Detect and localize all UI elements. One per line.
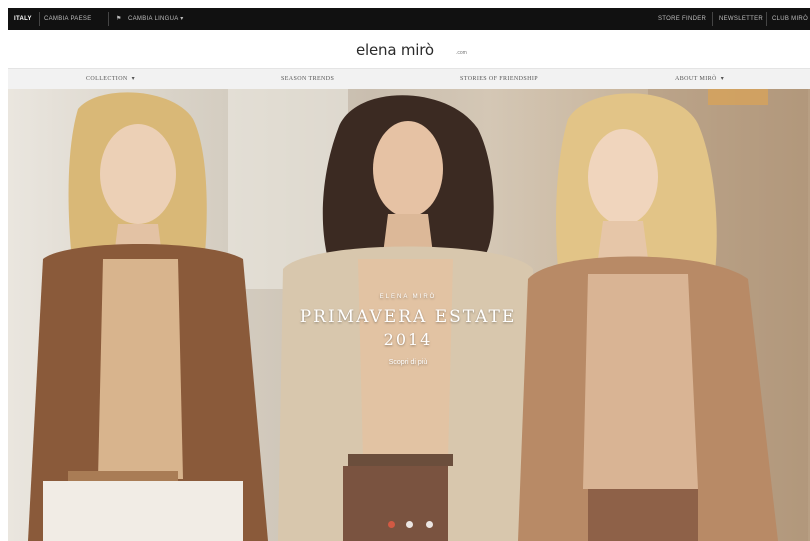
slider-pagination xyxy=(388,521,448,529)
nav-item-about-miro[interactable]: ABOUT MIRÒ ▾ xyxy=(675,69,724,89)
nav-item-stories-of-friendship[interactable]: STORIES OF FRIENDSHIP xyxy=(460,69,538,89)
hero-caption: ELENA MIRÒ PRIMAVERA ESTATE 2014 Scopri … xyxy=(278,294,538,366)
brand-logo[interactable]: elena mirò xyxy=(356,41,434,59)
hero-brand: ELENA MIRÒ xyxy=(379,294,437,300)
divider xyxy=(39,12,40,26)
flag-icon: ⚑ xyxy=(116,16,122,22)
slide-dot-3[interactable] xyxy=(426,521,433,528)
change-language-dropdown[interactable]: CAMBIA LINGUA ▾ xyxy=(128,8,184,30)
nav-item-label: ABOUT MIRÒ xyxy=(675,76,717,82)
site-header: elena mirò .com xyxy=(8,30,810,68)
hero-title: PRIMAVERA ESTATE xyxy=(299,307,517,327)
change-language-label: CAMBIA LINGUA xyxy=(128,16,179,22)
nav-item-label: STORIES OF FRIENDSHIP xyxy=(460,76,538,82)
slide-dot-2[interactable] xyxy=(406,521,413,528)
nav-item-label: SEASON TRENDS xyxy=(281,76,335,82)
store-finder-link[interactable]: STORE FINDER xyxy=(658,8,706,30)
divider xyxy=(766,12,767,26)
utility-bar: ITALY CAMBIA PAESE ⚑ CAMBIA LINGUA ▾ STO… xyxy=(8,8,810,30)
hero-banner[interactable]: ELENA MIRÒ PRIMAVERA ESTATE 2014 Scopri … xyxy=(8,89,810,541)
nav-item-collection[interactable]: COLLECTION ▾ xyxy=(86,69,135,89)
divider xyxy=(712,12,713,26)
nav-item-label: COLLECTION xyxy=(86,76,128,82)
chevron-down-icon: ▾ xyxy=(720,76,725,82)
main-nav: COLLECTION ▾ SEASON TRENDS STORIES OF FRI… xyxy=(8,68,810,90)
chevron-down-icon: ▾ xyxy=(131,76,136,82)
logo-suffix: .com xyxy=(456,50,467,56)
newsletter-link[interactable]: NEWSLETTER xyxy=(719,8,763,30)
discover-more-link[interactable]: Scopri di più xyxy=(278,359,538,366)
change-country-link[interactable]: CAMBIA PAESE xyxy=(44,8,92,30)
hero-year: 2014 xyxy=(383,330,433,349)
divider xyxy=(108,12,109,26)
club-miro-link[interactable]: CLUB MIRÒ xyxy=(772,8,808,30)
country-label: ITALY xyxy=(14,16,32,22)
nav-item-season-trends[interactable]: SEASON TRENDS xyxy=(281,69,334,89)
slide-dot-1[interactable] xyxy=(388,521,395,528)
